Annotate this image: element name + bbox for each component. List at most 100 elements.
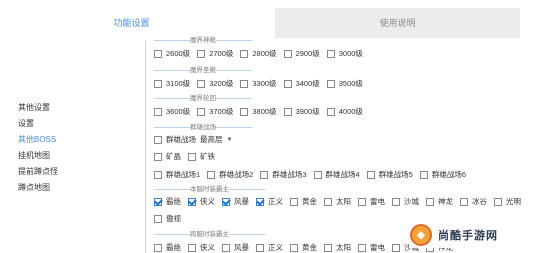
checkbox-option[interactable]: 黄金 [290,196,317,207]
checkbox[interactable] [426,197,434,206]
battlefield-option[interactable]: 群雄战场 最高层 ▼ [154,134,232,145]
checkbox-option[interactable]: 矿晶 [154,151,181,162]
sidebar-item-afk-map[interactable]: 挂机地图 [18,148,58,164]
checkbox-option[interactable]: 群雄战场4 [313,169,360,180]
checkbox-option[interactable]: 群雄战场1 [154,169,200,180]
checkbox[interactable] [366,170,375,179]
checkbox[interactable] [154,135,162,144]
checkbox[interactable] [154,49,162,58]
checkbox[interactable] [197,49,206,58]
checkbox[interactable] [240,107,249,116]
checkbox[interactable] [197,107,206,116]
checkbox-option[interactable]: 傲视 [154,213,181,224]
checkbox[interactable] [460,197,468,206]
checkbox[interactable] [326,49,335,58]
checkbox[interactable] [154,79,162,88]
checkbox-option[interactable]: 3500级 [326,78,363,89]
checkbox-option[interactable]: 群雄战场5 [366,169,413,180]
checkbox[interactable] [324,243,332,252]
sidebar-item-early-camp-monster[interactable]: 提前蹲点怪 [18,164,58,180]
checkbox-option[interactable]: 2800级 [240,48,277,59]
sidebar-item-camp-map[interactable]: 蹲点地图 [18,180,58,196]
checkbox-option[interactable]: 沙城 [392,196,419,207]
floor-select[interactable]: 最高层 [200,134,223,145]
sidebar-item-other-boss[interactable]: 其他BOSS [18,132,58,148]
checkbox[interactable] [207,170,216,179]
checkbox[interactable] [240,49,249,58]
checkbox-row: 傲视 [154,213,188,224]
checkbox[interactable] [290,243,298,252]
section-title: 本服时装霸主 [190,186,229,193]
checkbox-option[interactable]: 冰谷 [460,196,487,207]
checkbox[interactable] [392,243,400,252]
checkbox[interactable] [154,214,162,223]
sidebar-item-settings[interactable]: 设置 [18,116,58,132]
checkbox-option[interactable]: 3000级 [326,48,363,59]
checkbox-option[interactable]: 矿铁 [188,151,215,162]
checkbox-option[interactable]: 霸绝 [154,196,181,207]
checkbox-option[interactable]: 黄金 [290,242,317,253]
checkbox[interactable] [197,79,206,88]
checkbox[interactable] [188,152,196,161]
checkbox[interactable] [222,197,230,206]
checkbox-option[interactable]: 3900级 [283,106,320,117]
checkbox-option[interactable]: 3700级 [197,106,233,117]
checkbox-option[interactable]: 群雄战场2 [207,169,253,180]
checkbox-option[interactable]: 风暴 [222,242,249,253]
checkbox-option[interactable]: 霸绝 [154,242,181,253]
checkbox[interactable] [419,170,428,179]
checkbox[interactable] [260,170,269,179]
checkbox-option[interactable]: 雷电 [358,196,385,207]
checkbox-option[interactable]: 雷电 [358,242,385,253]
checkbox-option[interactable]: 正义 [256,196,283,207]
checkbox-option[interactable]: 侠义 [188,196,215,207]
sidebar-item-other-settings[interactable]: 其他设置 [18,100,58,116]
checkbox[interactable] [283,49,292,58]
checkbox-option[interactable]: 3600级 [154,106,190,117]
checkbox-option[interactable]: 光明 [494,196,521,207]
checkbox[interactable] [222,243,230,252]
checkbox[interactable] [324,197,332,206]
checkbox-option[interactable]: 群雄战场6 [419,169,466,180]
checkbox[interactable] [290,197,298,206]
checkbox[interactable] [283,107,292,116]
checkbox-option[interactable]: 3300级 [240,78,277,89]
checkbox[interactable] [154,197,162,206]
checkbox-option[interactable]: 风暴 [222,196,249,207]
checkbox[interactable] [188,243,196,252]
checkbox[interactable] [154,152,162,161]
checkbox-option[interactable]: 3400级 [283,78,320,89]
checkbox[interactable] [256,243,264,252]
checkbox-label: 冰谷 [472,197,487,206]
checkbox-option[interactable]: 侠义 [188,242,215,253]
checkbox[interactable] [256,197,264,206]
checkbox-option[interactable]: 3200级 [197,78,233,89]
checkbox-option[interactable]: 神龙 [426,196,453,207]
checkbox[interactable] [283,79,292,88]
checkbox[interactable] [154,170,162,179]
chevron-down-icon[interactable]: ▼ [227,137,233,143]
checkbox[interactable] [392,197,400,206]
checkbox[interactable] [313,170,322,179]
checkbox[interactable] [326,107,335,116]
checkbox[interactable] [154,107,162,116]
checkbox[interactable] [240,79,249,88]
checkbox-option[interactable]: 太阳 [324,196,351,207]
checkbox-option[interactable]: 群雄战场3 [260,169,307,180]
checkbox-label: 黄金 [302,197,317,206]
checkbox[interactable] [154,243,162,252]
checkbox-option[interactable]: 太阳 [324,242,351,253]
checkbox-label: 3300级 [252,79,277,88]
checkbox[interactable] [494,197,502,206]
checkbox[interactable] [188,197,196,206]
checkbox-option[interactable]: 正义 [256,242,283,253]
checkbox-option[interactable]: 3100级 [154,78,190,89]
checkbox[interactable] [358,243,366,252]
checkbox-option[interactable]: 2600级 [154,48,190,59]
checkbox-option[interactable]: 2900级 [283,48,320,59]
checkbox[interactable] [358,197,366,206]
checkbox-option[interactable]: 4000级 [326,106,363,117]
checkbox-option[interactable]: 2700级 [197,48,233,59]
checkbox-option[interactable]: 3800级 [240,106,277,117]
checkbox[interactable] [326,79,335,88]
